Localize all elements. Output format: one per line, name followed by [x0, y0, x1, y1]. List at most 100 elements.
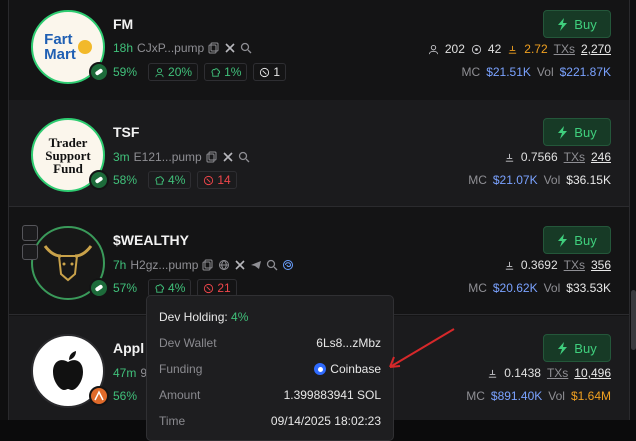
token-meta: 7h H2gz...pump: [113, 258, 294, 272]
token-address[interactable]: E121...pump: [134, 150, 202, 164]
users-icon: [155, 67, 164, 77]
token-counters: 202 42 2.72 TXs 2,270: [428, 42, 611, 56]
search-icon[interactable]: [240, 42, 252, 54]
copy-icon[interactable]: [208, 42, 220, 54]
holder-percent: 20%: [148, 63, 199, 81]
holders-count: 202: [444, 42, 465, 56]
token-row-fm[interactable]: Fart Mart FM 18h CJxP...pump 59% 20% 1%: [9, 0, 629, 107]
telegram-icon[interactable]: [250, 259, 262, 271]
vol-label: Vol: [543, 281, 561, 295]
swirl-icon[interactable]: [282, 259, 294, 271]
token-counters: 0.1438 TXs 10,496: [487, 366, 611, 380]
vol-value: $1.64M: [570, 389, 611, 403]
hide-icon[interactable]: [22, 225, 38, 241]
funding-source: Coinbase: [314, 362, 381, 376]
mc-label: MC: [466, 389, 485, 403]
x-icon[interactable]: [224, 42, 236, 54]
funding-value: Coinbase: [330, 362, 381, 376]
pill-icon: [89, 170, 109, 190]
vol-value: $33.53K: [566, 281, 611, 295]
token-meta: 47m 9: [113, 366, 147, 380]
mc-label: MC: [461, 65, 481, 79]
copy-icon[interactable]: [202, 259, 214, 271]
dev-holding-value: 4%: [231, 310, 249, 324]
dev-wallet-value[interactable]: 6Ls8...zMbz: [316, 336, 381, 350]
market-stats: MC $20.62K Vol $33.53K: [468, 281, 611, 295]
tooltip-row: Dev Wallet 6Ls8...zMbz: [159, 336, 381, 362]
pro-traders-count: 42: [487, 42, 502, 56]
buy-button[interactable]: Buy: [543, 334, 611, 362]
pill-icon: [89, 278, 109, 298]
lightning-icon: [558, 125, 568, 139]
target-icon: [260, 67, 270, 77]
sniper-count: 1: [253, 63, 287, 81]
token-counters: 0.3692 TXs 356: [504, 258, 611, 272]
fee-icon: [505, 261, 514, 270]
market-stats: MC $21.51K Vol $221.87K: [462, 65, 611, 79]
txs-count: 246: [590, 150, 611, 164]
txs-label: TXs: [553, 42, 575, 56]
buy-button[interactable]: Buy: [543, 226, 611, 254]
scrollbar[interactable]: [631, 290, 636, 350]
mc-value: $21.07K: [492, 173, 538, 187]
vol-label: Vol: [536, 65, 554, 79]
token-address[interactable]: H2gz...pump: [130, 258, 198, 272]
target-icon: [204, 283, 214, 293]
fee-value: 0.1438: [504, 366, 541, 380]
avatar-text: Trader: [48, 134, 88, 150]
search-icon[interactable]: [238, 151, 250, 163]
token-stats: 59% 20% 1% 1: [113, 63, 287, 81]
fee-value: 2.72: [524, 42, 548, 56]
blacklist-icon[interactable]: [22, 244, 38, 260]
buy-label: Buy: [574, 16, 597, 32]
dev-holding-tooltip: Dev Holding: 4% Dev Wallet 6Ls8...zMbz F…: [146, 295, 394, 441]
mc-label: MC: [468, 173, 487, 187]
txs-label: TXs: [563, 258, 585, 272]
tooltip-row: Funding Coinbase: [159, 362, 381, 388]
token-stats: 56%: [113, 387, 142, 405]
vol-value: $36.15K: [566, 173, 611, 187]
token-ticker[interactable]: Appl: [113, 340, 144, 356]
market-stats: MC $21.07K Vol $36.15K: [468, 173, 611, 187]
badge-icon: [89, 386, 109, 406]
fee-icon: [505, 153, 514, 162]
x-icon[interactable]: [234, 259, 246, 271]
coinbase-icon: [314, 363, 327, 375]
mc-label: MC: [468, 281, 487, 295]
token-age: 3m: [113, 150, 130, 164]
x-icon[interactable]: [222, 151, 234, 163]
dev-wallet-label: Dev Wallet: [159, 336, 217, 350]
token-address[interactable]: CJxP...pump: [137, 41, 204, 55]
token-row-tsf[interactable]: Trader Support Fund TSF 3m E121...pump 5…: [9, 100, 629, 207]
token-ticker[interactable]: $WEALTHY: [113, 232, 189, 248]
token-ticker[interactable]: FM: [113, 16, 133, 32]
time-value: 09/14/2025 18:02:23: [270, 414, 381, 428]
fee-icon: [509, 45, 517, 54]
top10-holding: 56%: [113, 389, 138, 403]
target-icon: [204, 175, 214, 185]
buy-button[interactable]: Buy: [543, 10, 611, 38]
dev-holding[interactable]: 4%: [148, 171, 192, 189]
token-ticker[interactable]: TSF: [113, 124, 139, 140]
token-age: 7h: [113, 258, 127, 272]
search-icon[interactable]: [266, 259, 278, 271]
txs-label: TXs: [563, 150, 585, 164]
dev-holding[interactable]: 1%: [204, 63, 248, 81]
vol-label: Vol: [548, 389, 565, 403]
chef-hat-icon: [155, 175, 165, 185]
lightning-icon: [558, 17, 568, 31]
top10-holding: 59%: [113, 65, 138, 79]
avatar-text: Support: [45, 147, 91, 163]
tooltip-row: Time 09/14/2025 18:02:23: [159, 414, 381, 440]
sniper-count: 14: [197, 171, 237, 189]
copy-icon[interactable]: [206, 151, 218, 163]
tooltip-row: Dev Holding: 4%: [159, 310, 381, 336]
token-stats: 58% 4% 14: [113, 171, 237, 189]
buy-button[interactable]: Buy: [543, 118, 611, 146]
fee-value: 0.7566: [520, 150, 558, 164]
bull-logo-icon: [43, 245, 93, 282]
globe-icon[interactable]: [218, 259, 230, 271]
buy-label: Buy: [574, 232, 597, 248]
top10-holding: 58%: [113, 173, 138, 187]
mc-value: $891.40K: [490, 389, 543, 403]
